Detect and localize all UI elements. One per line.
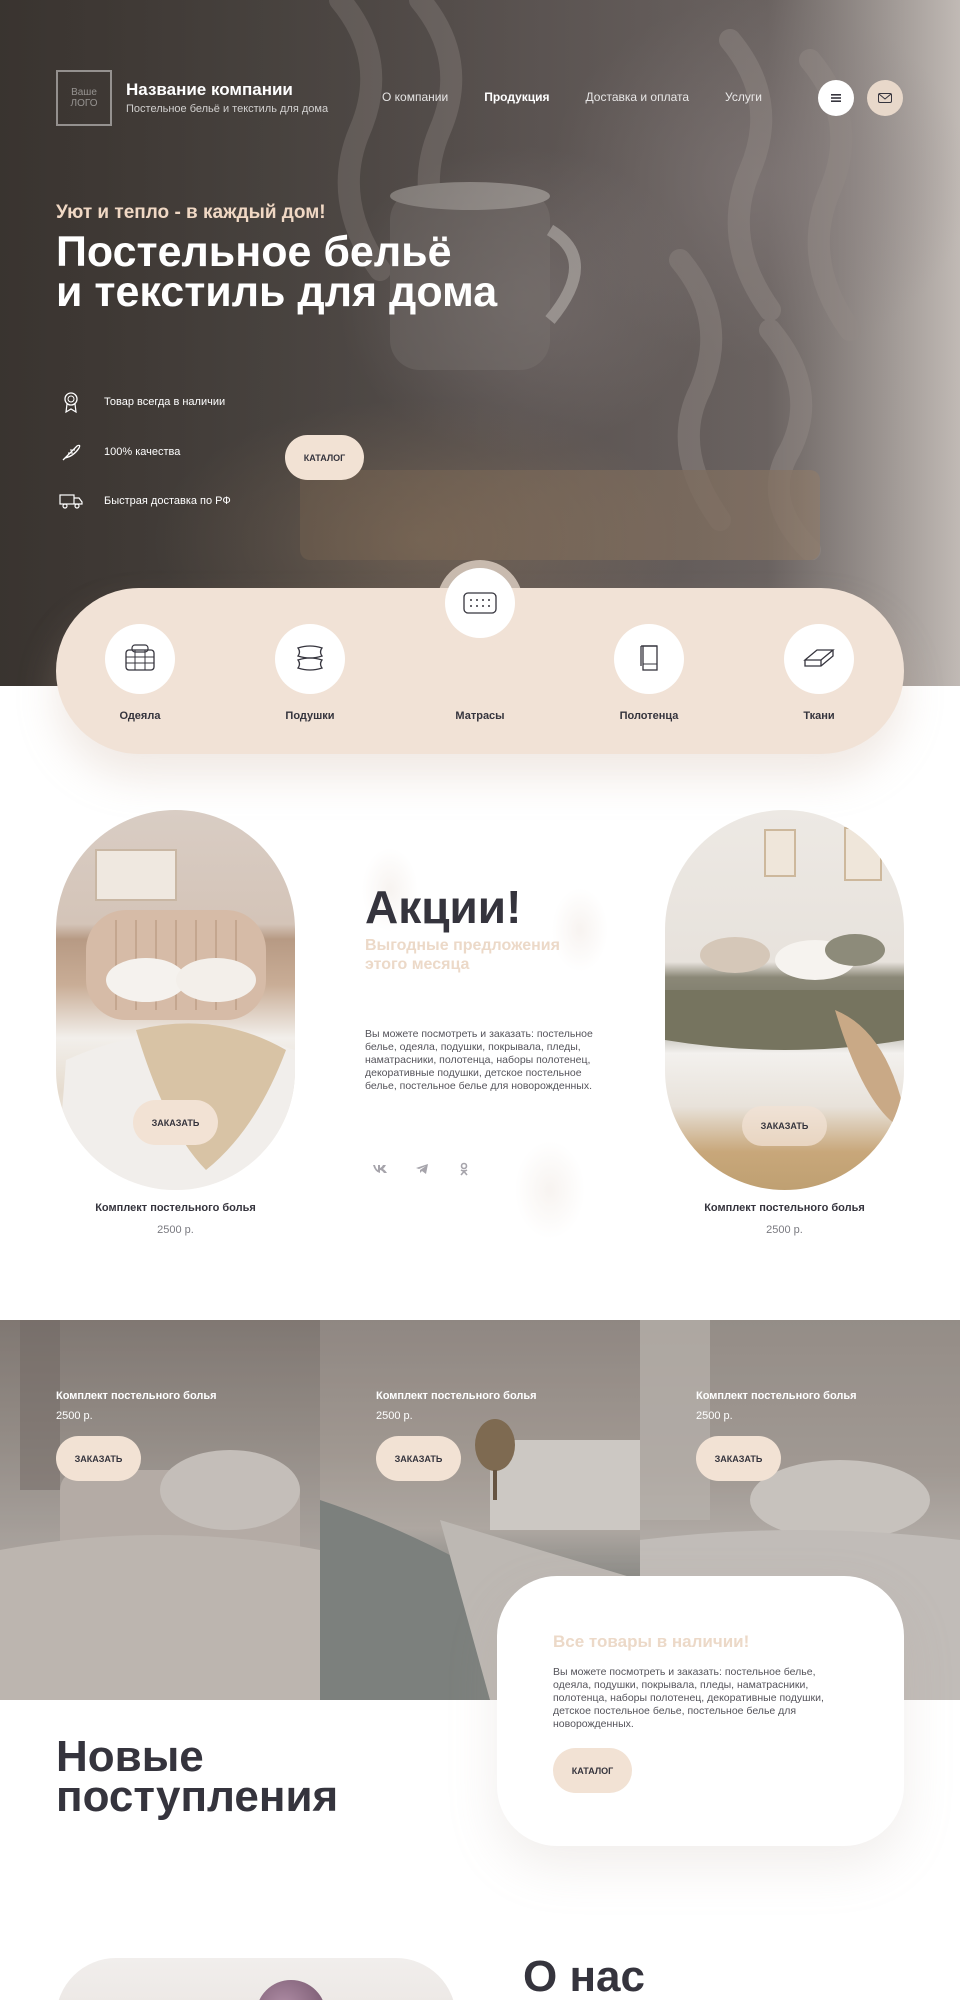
hero-kicker: Уют и тепло - в каждый дом! [56, 202, 326, 223]
feature-delivery: Быстрая доставка по РФ [58, 489, 231, 513]
company-name[interactable]: Название компании [126, 80, 293, 100]
hero-catalog-button[interactable]: КАТАЛОГ [285, 435, 364, 480]
nav-services[interactable]: Услуги [725, 90, 762, 104]
mail-icon [878, 93, 892, 103]
menu-button[interactable] [818, 80, 854, 116]
new-arrivals-line-2: поступления [56, 1772, 339, 1821]
blanket-icon [125, 644, 155, 671]
vk-icon[interactable] [370, 1161, 390, 1177]
logo-line-2: ЛОГО [70, 98, 98, 109]
promo-card-right[interactable]: ЗАКАЗАТЬ [665, 810, 904, 1190]
about-title: О нас [523, 1952, 645, 2000]
category-label: Одеяла [119, 710, 161, 722]
promo-left-order-button[interactable]: ЗАКАЗАТЬ [133, 1100, 218, 1145]
hero-title: Постельное бельё и текстиль для дома [56, 231, 616, 314]
feature-in-stock: Товар всегда в наличии [58, 390, 225, 414]
category-label: Ткани [803, 710, 835, 722]
company-tagline: Постельное бельё и текстиль для дома [126, 103, 329, 115]
stock-text: Вы можете посмотреть и заказать: постель… [553, 1666, 824, 1730]
promo-right-order-button[interactable]: ЗАКАЗАТЬ [742, 1106, 827, 1146]
pillow-icon [296, 645, 324, 671]
promo-left-price: 2500 р. [157, 1224, 194, 1236]
telegram-icon[interactable] [412, 1161, 432, 1177]
category-pillows[interactable]: Подушки [250, 624, 370, 722]
menu-icon [831, 94, 841, 102]
new-arrivals-title: Новые поступления [56, 1735, 416, 1819]
category-mattresses[interactable]: Матрасы [420, 624, 540, 722]
product-price: 2500 р. [376, 1410, 413, 1422]
promo-right-price: 2500 р. [766, 1224, 803, 1236]
category-icon-circle [614, 624, 684, 694]
category-label: Полотенца [619, 710, 679, 722]
main-nav: О компании Продукция Доставка и оплата У… [382, 90, 798, 104]
category-icon-circle [275, 624, 345, 694]
feature-label: Товар всегда в наличии [104, 396, 226, 408]
fabric-icon [803, 649, 835, 667]
badge-icon [58, 390, 84, 414]
about-image [56, 1958, 456, 2000]
feature-quality: 100% качества [58, 440, 180, 464]
stock-catalog-button[interactable]: КАТАЛОГ [553, 1748, 632, 1793]
hero-title-line-2: и текстиль для дома [56, 268, 498, 316]
page: Ваше ЛОГО Название компании Постельное б… [0, 0, 960, 2000]
stock-title: Все товары в наличии! [553, 1632, 750, 1651]
promo-card-left[interactable]: ЗАКАЗАТЬ [56, 810, 295, 1190]
category-label: Подушки [285, 710, 335, 722]
promo-left-name: Комплект постельного болья [95, 1202, 256, 1214]
product-name: Комплект постельного болья [56, 1390, 217, 1402]
product-name: Комплект постельного болья [376, 1390, 537, 1402]
stock-card: Все товары в наличии! Вы можете посмотре… [497, 1576, 904, 1846]
promo-subtitle: Выгодные предложения этого месяца [365, 937, 560, 973]
feather-icon [58, 440, 84, 464]
towel-icon [640, 645, 658, 671]
mattress-icon [463, 592, 497, 614]
mail-button[interactable] [867, 80, 903, 116]
product-order-button[interactable]: ЗАКАЗАТЬ [56, 1436, 141, 1481]
product-tile[interactable]: Комплект постельного болья 2500 р. ЗАКАЗ… [0, 1320, 320, 1700]
promo-right-name: Комплект постельного болья [704, 1202, 865, 1214]
logo-line-1: Ваше [71, 87, 97, 98]
category-icon-circle [105, 624, 175, 694]
nav-delivery[interactable]: Доставка и оплата [586, 90, 690, 104]
feature-label: Быстрая доставка по РФ [104, 495, 231, 507]
tile-shade [0, 1320, 320, 1700]
category-label: Матрасы [455, 710, 505, 722]
feature-label: 100% качества [104, 446, 181, 458]
product-price: 2500 р. [696, 1410, 733, 1422]
category-towels[interactable]: Полотенца [589, 624, 709, 722]
category-icon-circle [784, 624, 854, 694]
product-order-button[interactable]: ЗАКАЗАТЬ [696, 1436, 781, 1481]
product-order-button[interactable]: ЗАКАЗАТЬ [376, 1436, 461, 1481]
category-fabrics[interactable]: Ткани [759, 624, 879, 722]
product-name: Комплект постельного болья [696, 1390, 857, 1402]
nav-products[interactable]: Продукция [484, 90, 549, 104]
promo-text: Вы можете посмотреть и заказать: постель… [365, 1028, 593, 1092]
truck-icon [58, 489, 84, 513]
odnoklassniki-icon[interactable] [454, 1161, 474, 1177]
nav-about[interactable]: О компании [382, 90, 448, 104]
company-logo[interactable]: Ваше ЛОГО [56, 70, 112, 126]
about-image-figure [256, 1980, 326, 2000]
category-blankets[interactable]: Одеяла [80, 624, 200, 722]
promo-title: Акции! [365, 881, 522, 933]
product-price: 2500 р. [56, 1410, 93, 1422]
